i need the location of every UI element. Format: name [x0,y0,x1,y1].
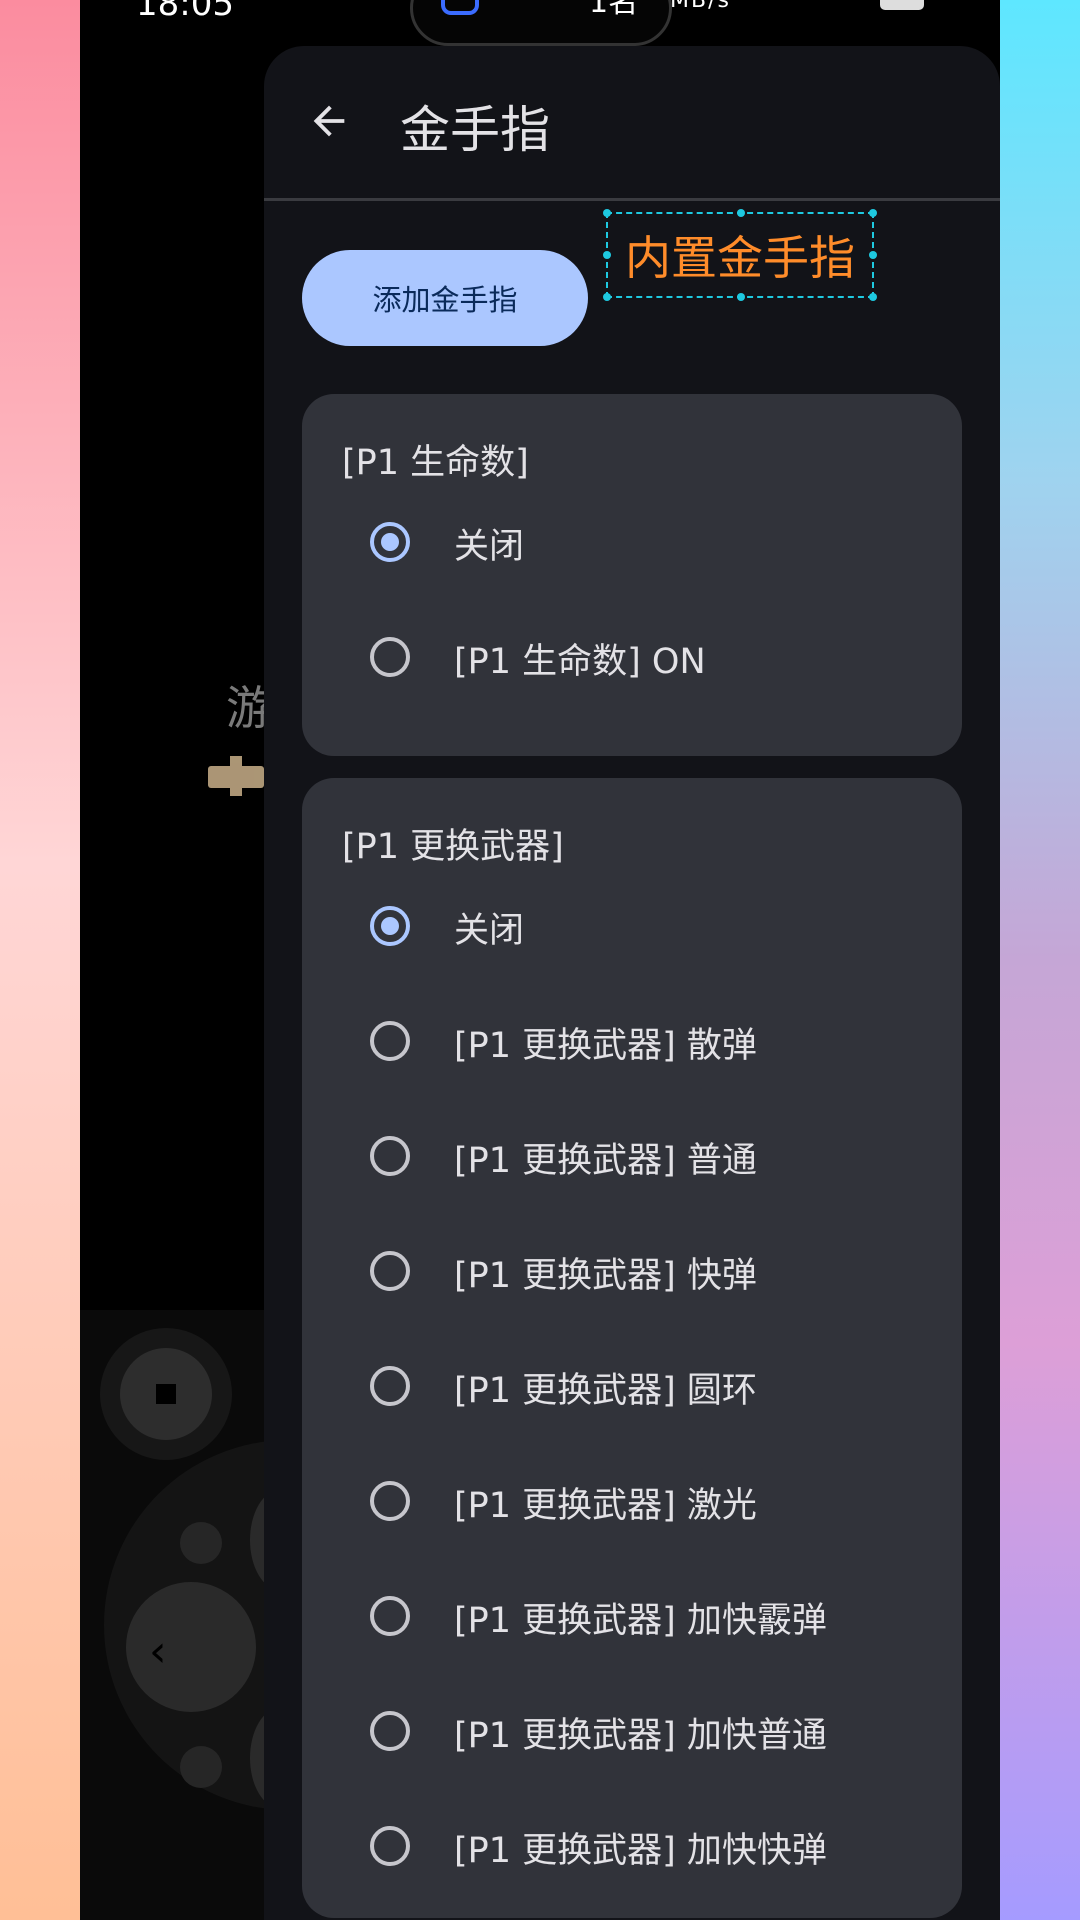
radio-unselected-icon[interactable] [370,1826,410,1866]
radio-unselected-icon[interactable] [370,1136,410,1176]
cheat-option-label: [P1 更换武器] 普通 [454,1141,757,1181]
cheat-option[interactable]: [P1 更换武器] 加快普通 [370,1695,950,1775]
builtin-cheats-label[interactable]: 内置金手指 [603,209,877,301]
cheat-option-label: 关闭 [454,527,525,567]
cheat-option[interactable]: 关闭 [370,890,950,970]
network-speed: MB/s [670,0,731,13]
cheat-option[interactable]: [P1 生命数] ON [370,621,950,701]
cheat-option[interactable]: [P1 更换武器] 加快霰弹 [370,1580,950,1660]
wallpaper-right [1000,0,1080,1920]
radio-selected-icon[interactable] [370,522,410,562]
dpad-left-button[interactable] [126,1582,256,1712]
selection-handle [869,293,877,301]
dynamic-island-text: 1名 [589,0,639,20]
selection-handle [737,209,745,217]
arrow-back-icon[interactable] [306,98,352,144]
game-sprite [208,756,264,796]
stop-icon [156,1384,176,1404]
selection-handle [869,251,877,259]
cheat-option[interactable]: [P1 更换武器] 快弹 [370,1235,950,1315]
radio-unselected-icon[interactable] [370,1251,410,1291]
cheat-option[interactable]: [P1 更换武器] 激光 [370,1465,950,1545]
page-title: 金手指 [400,101,550,159]
cheat-group-title: [P1 生命数] [342,443,529,483]
selection-handle [603,209,611,217]
phone-screen: 18:05 1名 MB/s 游 ‹ 金手指 添加金手指 内置金手指 [P1 生命… [80,0,1000,1920]
cheat-panel: 金手指 添加金手指 内置金手指 [P1 生命数] 关闭 [P1 生命数] ON [264,46,1000,1920]
radio-unselected-icon[interactable] [370,1711,410,1751]
cheat-option[interactable]: [P1 更换武器] 圆环 [370,1350,950,1430]
cheat-option-label: [P1 生命数] ON [454,642,706,682]
cheat-option-label: 关闭 [454,911,525,951]
dpad-dot-upper [180,1522,222,1564]
add-cheat-button[interactable]: 添加金手指 [302,250,588,346]
status-time: 18:05 [136,0,234,24]
radio-unselected-icon[interactable] [370,1596,410,1636]
selection-handle [737,293,745,301]
cheat-option-label: [P1 更换武器] 快弹 [454,1256,757,1296]
chevron-left-icon: ‹ [149,1626,167,1677]
top-app-bar: 金手指 [264,46,1000,196]
cheat-option[interactable]: 关闭 [370,506,950,586]
selection-handle [869,209,877,217]
divider [264,198,1000,201]
cheat-option-label: [P1 更换武器] 加快普通 [454,1716,827,1756]
cheat-option-label: [P1 更换武器] 圆环 [454,1371,757,1411]
app-indicator-icon [441,0,479,15]
battery-icon [880,0,924,10]
cheat-option-label: [P1 更换武器] 散弹 [454,1026,757,1066]
dpad-dot-lower [180,1746,222,1788]
cheat-group-card: [P1 生命数] 关闭 [P1 生命数] ON [302,394,962,756]
cheat-option-label: [P1 更换武器] 加快霰弹 [454,1601,827,1641]
radio-selected-icon[interactable] [370,906,410,946]
cheat-group-card: [P1 更换武器] 关闭 [P1 更换武器] 散弹 [P1 更换武器] 普通 [… [302,778,962,1918]
dynamic-island: 1名 [410,0,672,46]
cheat-option-label: [P1 更换武器] 加快快弹 [454,1831,827,1871]
stop-button[interactable] [100,1328,232,1460]
cheat-group-title: [P1 更换武器] [342,827,564,867]
cheat-option[interactable]: [P1 更换武器] 加快快弹 [370,1810,950,1890]
radio-unselected-icon[interactable] [370,1021,410,1061]
builtin-cheats-text: 内置金手指 [625,231,855,285]
cheat-option-label: [P1 更换武器] 激光 [454,1486,757,1526]
radio-unselected-icon[interactable] [370,637,410,677]
radio-unselected-icon[interactable] [370,1366,410,1406]
cheat-option[interactable]: [P1 更换武器] 普通 [370,1120,950,1200]
stop-button-face [120,1348,212,1440]
cheat-option[interactable]: [P1 更换武器] 散弹 [370,1005,950,1085]
selection-handle [603,293,611,301]
selection-handle [603,251,611,259]
radio-unselected-icon[interactable] [370,1481,410,1521]
